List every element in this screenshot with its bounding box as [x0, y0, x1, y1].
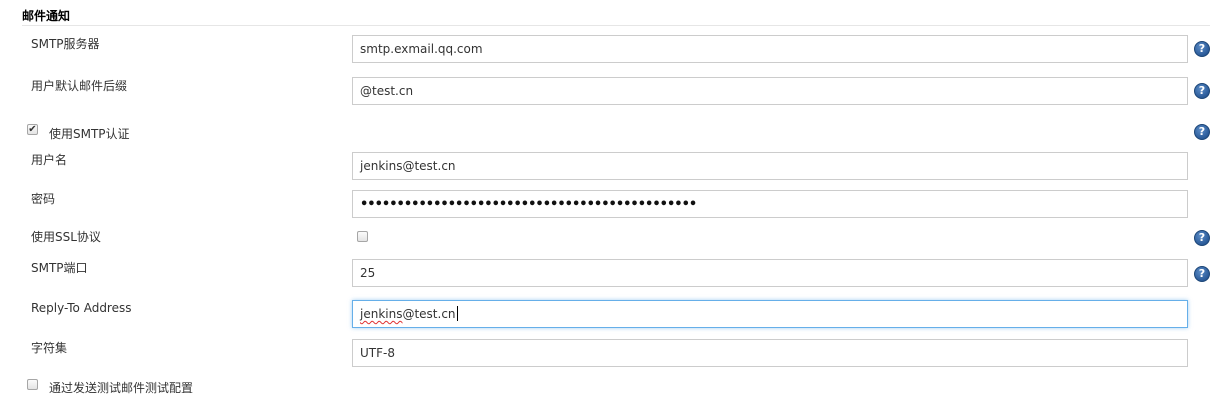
smtp-server-label: SMTP服务器	[31, 37, 100, 51]
default-suffix-help-icon[interactable]: ?	[1194, 83, 1210, 99]
use-ssl-checkbox[interactable]	[357, 231, 368, 242]
default-suffix-input[interactable]: @test.cn	[352, 77, 1188, 105]
smtp-auth-help-icon[interactable]: ?	[1194, 124, 1210, 140]
username-input[interactable]: jenkins@test.cn	[352, 152, 1188, 180]
reply-to-label: Reply-To Address	[31, 301, 132, 315]
ssl-help-icon[interactable]: ?	[1194, 230, 1210, 246]
smtp-server-input[interactable]: smtp.exmail.qq.com	[352, 35, 1188, 63]
smtp-server-help-icon[interactable]: ?	[1194, 41, 1210, 57]
password-mask: ••••••••••••••••••••••••••••••••••••••••…	[360, 197, 697, 212]
reply-to-spellcheck-word: jenkins	[360, 307, 403, 321]
username-label: 用户名	[31, 153, 68, 167]
use-ssl-label: 使用SSL协议	[31, 230, 101, 244]
smtp-port-input[interactable]: 25	[352, 259, 1188, 287]
password-label: 密码	[31, 192, 56, 206]
use-smtp-auth-label: 使用SMTP认证	[49, 127, 130, 141]
section-title: 邮件通知	[22, 9, 71, 23]
section-divider	[22, 25, 1210, 26]
password-input[interactable]: ••••••••••••••••••••••••••••••••••••••••…	[352, 190, 1188, 218]
reply-to-input[interactable]: jenkins@test.cn	[352, 300, 1188, 328]
text-caret	[456, 306, 458, 321]
smtp-port-help-icon[interactable]: ?	[1194, 266, 1210, 282]
test-config-checkbox[interactable]	[27, 379, 38, 390]
charset-input[interactable]: UTF-8	[352, 339, 1188, 367]
test-config-label: 通过发送测试邮件测试配置	[49, 381, 194, 395]
smtp-port-label: SMTP端口	[31, 261, 88, 275]
default-suffix-label: 用户默认邮件后缀	[31, 79, 128, 93]
use-smtp-auth-checkbox[interactable]: ✔	[27, 124, 38, 135]
reply-to-value-rest: @test.cn	[402, 307, 456, 321]
charset-label: 字符集	[31, 341, 68, 355]
